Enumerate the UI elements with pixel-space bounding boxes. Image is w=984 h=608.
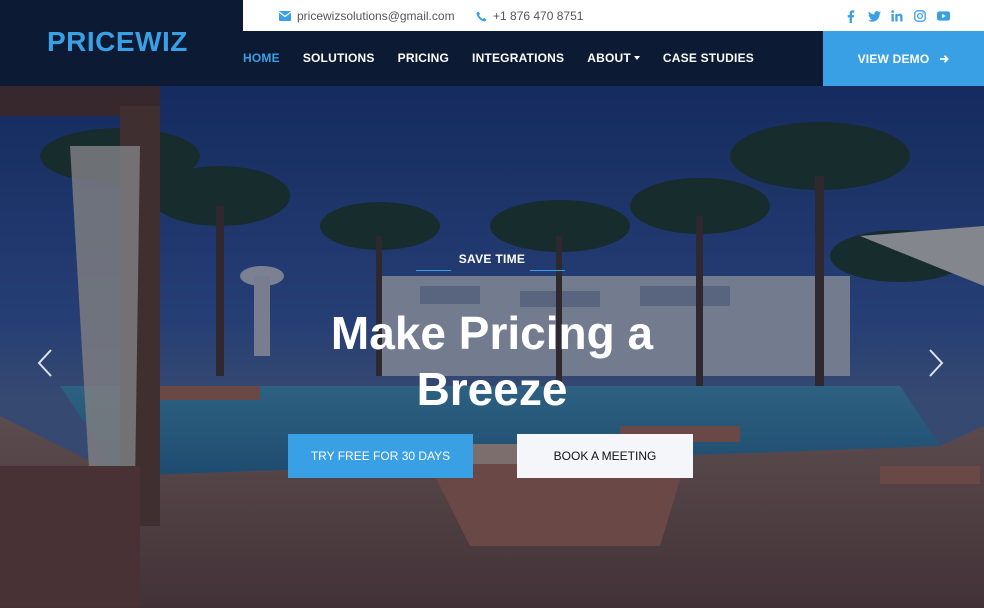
headline-line-2: Breeze (416, 363, 568, 415)
contact-email[interactable]: pricewizsolutions@gmail.com (279, 9, 455, 23)
nav-item-pricing[interactable]: PRICING (398, 51, 449, 65)
logo-block: PRICEWIZ (0, 0, 243, 86)
nav-item-about-label: ABOUT (587, 51, 631, 65)
instagram-icon[interactable] (913, 9, 927, 23)
nav-item-case-studies[interactable]: CASE STUDIES (663, 51, 754, 65)
top-info-bar: pricewizsolutions@gmail.com +1 876 470 8… (243, 0, 984, 31)
nav-item-solutions[interactable]: SOLUTIONS (303, 51, 375, 65)
hero-headline: Make Pricing a Breeze (0, 305, 984, 417)
caret-down-icon (633, 56, 640, 60)
facebook-icon[interactable] (844, 9, 858, 23)
linkedin-icon[interactable] (890, 9, 904, 23)
hero-slider: SAVE TIME Make Pricing a Breeze TRY FREE… (0, 86, 984, 608)
chevron-right-icon[interactable] (926, 348, 946, 378)
social-links (844, 9, 950, 23)
arrow-right-icon (940, 54, 950, 63)
try-free-button[interactable]: TRY FREE FOR 30 DAYS (288, 434, 473, 478)
envelope-icon (279, 11, 291, 21)
contact-phone[interactable]: +1 876 470 8751 (476, 9, 583, 23)
kicker-line-right (530, 270, 565, 271)
main-nav: HOME SOLUTIONS PRICING INTEGRATIONS ABOU… (243, 51, 777, 65)
chevron-left-icon[interactable] (35, 348, 55, 378)
logo[interactable]: PRICEWIZ (47, 26, 188, 58)
nav-item-home[interactable]: HOME (243, 51, 280, 65)
view-demo-label: VIEW DEMO (857, 51, 930, 66)
hero-kicker: SAVE TIME (458, 252, 526, 266)
book-meeting-button[interactable]: BOOK A MEETING (517, 434, 693, 478)
nav-item-about[interactable]: ABOUT (587, 51, 640, 65)
twitter-icon[interactable] (867, 9, 881, 23)
kicker-line-left (416, 270, 451, 271)
view-demo-button[interactable]: VIEW DEMO (823, 31, 984, 86)
phone-icon (476, 10, 487, 22)
nav-item-integrations[interactable]: INTEGRATIONS (472, 51, 564, 65)
youtube-icon[interactable] (936, 9, 950, 23)
email-text: pricewizsolutions@gmail.com (297, 9, 455, 23)
headline-line-1: Make Pricing a (330, 307, 654, 359)
phone-text: +1 876 470 8751 (493, 9, 584, 23)
